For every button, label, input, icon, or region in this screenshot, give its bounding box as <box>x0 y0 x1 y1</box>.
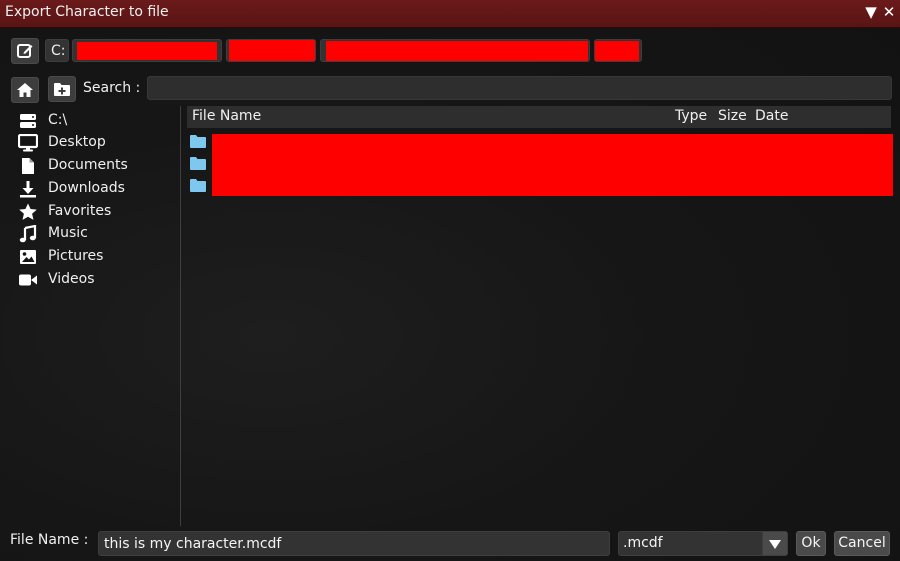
file-name-input[interactable] <box>98 531 610 556</box>
export-dialog: Export Character to file ▼ ✕ C: Search : <box>0 0 900 561</box>
redaction-block <box>595 41 639 61</box>
cancel-button[interactable]: Cancel <box>834 531 890 556</box>
path-segment[interactable] <box>72 39 222 62</box>
column-header-size[interactable]: Size <box>718 108 747 124</box>
chevron-down-icon[interactable] <box>762 532 787 555</box>
drive-icon <box>18 112 38 130</box>
sidebar-item-label: Music <box>48 225 88 241</box>
edit-icon <box>17 44 33 58</box>
search-label: Search : <box>83 80 141 96</box>
sidebar: C:\ Desktop Documents Downloads Favorite… <box>10 108 180 528</box>
sidebar-item-documents[interactable]: Documents <box>10 155 175 177</box>
sidebar-item-label: Desktop <box>48 134 106 150</box>
desktop-icon <box>18 134 38 152</box>
sidebar-item-music[interactable]: Music <box>10 223 175 245</box>
sidebar-item-label: Downloads <box>48 180 125 196</box>
music-icon <box>18 225 38 243</box>
sidebar-item-label: Pictures <box>48 248 104 264</box>
file-type-value: .mcdf <box>623 535 663 551</box>
window-title: Export Character to file <box>5 4 169 20</box>
folder-icon <box>190 157 206 170</box>
star-icon <box>18 203 38 221</box>
sidebar-item-favorites[interactable]: Favorites <box>10 201 175 223</box>
sidebar-item-downloads[interactable]: Downloads <box>10 178 175 200</box>
edit-path-button[interactable] <box>11 38 39 64</box>
path-segment[interactable] <box>320 39 590 62</box>
sidebar-item-label: Documents <box>48 157 128 173</box>
ok-button[interactable]: Ok <box>796 531 826 556</box>
home-button[interactable] <box>11 77 39 103</box>
search-input[interactable] <box>147 76 892 100</box>
table-header: File Name Type Size Date <box>187 106 891 128</box>
sidebar-item-videos[interactable]: Videos <box>10 269 175 291</box>
path-segment-drive[interactable]: C: <box>45 39 69 62</box>
column-header-file-name[interactable]: File Name <box>192 108 261 124</box>
file-table: File Name Type Size Date <box>187 106 893 526</box>
video-icon <box>18 271 38 289</box>
redaction-block <box>326 41 588 61</box>
collapse-icon[interactable]: ▼ <box>863 3 879 21</box>
redaction-block <box>212 134 893 196</box>
sidebar-item-desktop[interactable]: Desktop <box>10 132 175 154</box>
title-bar[interactable]: Export Character to file ▼ ✕ <box>0 0 900 28</box>
sidebar-item-pictures[interactable]: Pictures <box>10 246 175 268</box>
sidebar-item-label: Favorites <box>48 203 112 219</box>
sidebar-splitter[interactable] <box>180 106 181 526</box>
column-header-type[interactable]: Type <box>675 108 707 124</box>
path-segment[interactable] <box>226 39 316 62</box>
picture-icon <box>18 248 38 266</box>
file-type-select[interactable]: .mcdf <box>618 531 788 556</box>
download-icon <box>18 180 38 198</box>
new-folder-button[interactable] <box>48 76 76 102</box>
document-icon <box>18 157 38 175</box>
file-name-label: File Name : <box>10 532 89 548</box>
path-segment[interactable] <box>594 39 642 62</box>
close-icon[interactable]: ✕ <box>881 3 897 21</box>
column-header-date[interactable]: Date <box>755 108 788 124</box>
sidebar-item-label: Videos <box>48 271 95 287</box>
folder-icon <box>190 135 206 148</box>
new-folder-icon <box>54 83 70 96</box>
sidebar-item-label: C:\ <box>48 112 68 128</box>
redaction-block <box>229 40 315 61</box>
redaction-block <box>77 42 217 60</box>
home-icon <box>17 83 33 97</box>
folder-icon <box>190 179 206 192</box>
sidebar-item-drive[interactable]: C:\ <box>10 110 175 132</box>
